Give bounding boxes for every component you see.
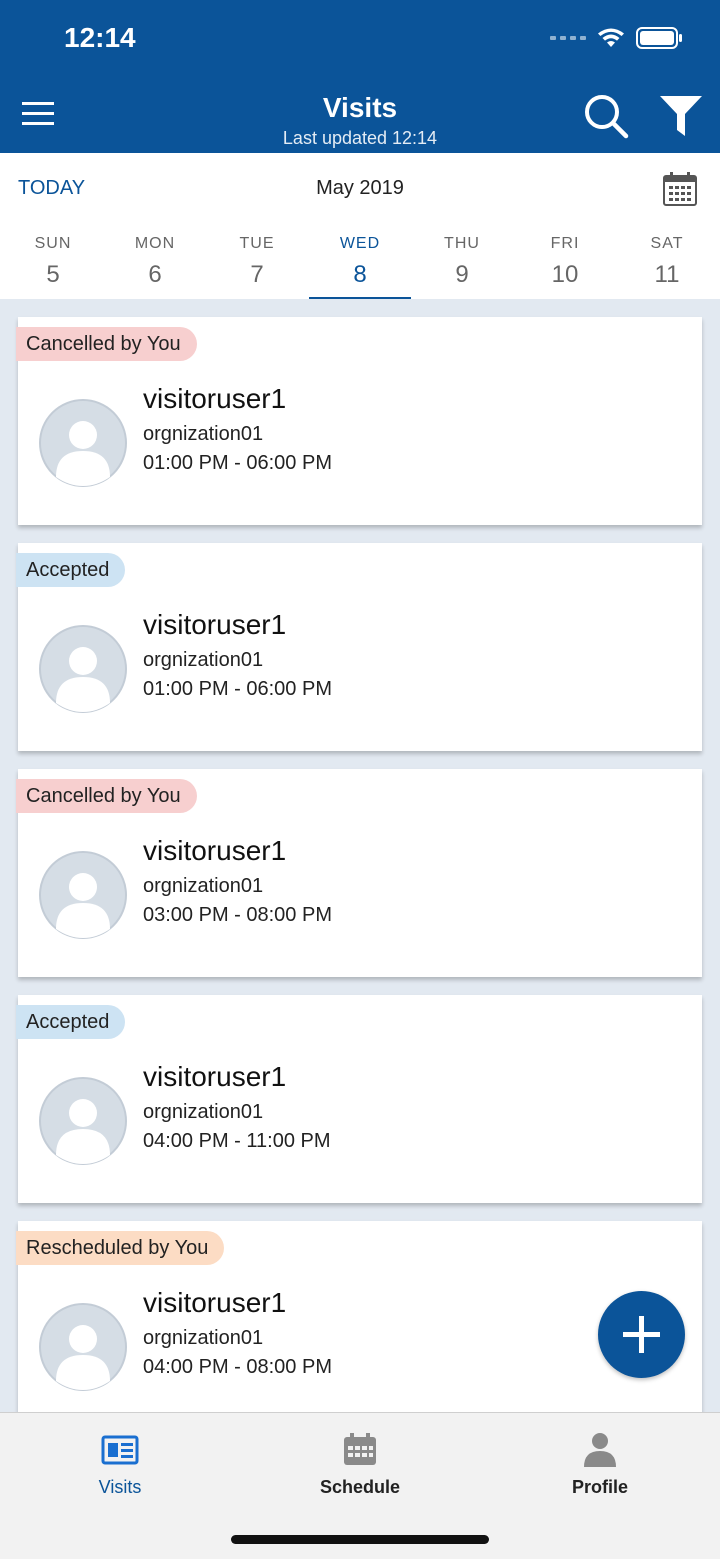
- day-number: 11: [654, 261, 680, 288]
- status-badge: Cancelled by You: [16, 779, 197, 813]
- cellular-signal-icon: [550, 36, 586, 40]
- search-button[interactable]: [582, 92, 630, 140]
- status-time: 12:14: [64, 22, 136, 53]
- avatar-icon: [39, 625, 127, 713]
- visit-card[interactable]: Cancelled by You visitoruser1 orgnizatio…: [16, 317, 702, 525]
- visitor-name: visitoruser1: [143, 383, 287, 414]
- visit-card[interactable]: Cancelled by You visitoruser1 orgnizatio…: [16, 769, 702, 977]
- visit-time: 01:00 PM - 06:00 PM: [143, 452, 332, 474]
- tab-visits[interactable]: Visits: [0, 1413, 240, 1513]
- battery-icon: [636, 27, 682, 49]
- visitor-organization: orgnization01: [143, 1327, 264, 1349]
- visitor-organization: orgnization01: [143, 875, 264, 897]
- visitor-organization: orgnization01: [143, 649, 264, 671]
- status-badge: Accepted: [16, 1005, 126, 1039]
- schedule-icon: [344, 1433, 376, 1465]
- week-days: SUN 5 MON 6 TUE 7 WED 8 THU 9 FRI 10 SAT…: [0, 233, 720, 299]
- day-name: FRI: [550, 235, 580, 252]
- day-fri[interactable]: FRI 10: [514, 233, 616, 299]
- month-label: May 2019: [316, 177, 404, 199]
- visitor-organization: orgnization01: [143, 423, 264, 445]
- filter-button[interactable]: [658, 94, 704, 138]
- visit-card[interactable]: Accepted visitoruser1 orgnization01 01:0…: [16, 543, 702, 751]
- visit-time: 04:00 PM - 11:00 PM: [143, 1130, 331, 1152]
- day-thu[interactable]: THU 9: [411, 233, 513, 299]
- day-name: TUE: [239, 235, 275, 252]
- day-number: 8: [353, 261, 367, 288]
- visitor-organization: orgnization01: [143, 1101, 264, 1123]
- tab-profile[interactable]: Profile: [480, 1413, 720, 1513]
- visit-time: 03:00 PM - 08:00 PM: [143, 904, 332, 926]
- tab-label: Schedule: [319, 1477, 401, 1497]
- day-sat[interactable]: SAT 11: [616, 233, 718, 299]
- plus-icon: [623, 1316, 660, 1353]
- avatar-icon: [39, 1077, 127, 1165]
- avatar-icon: [39, 399, 127, 487]
- day-sun[interactable]: SUN 5: [2, 233, 104, 299]
- add-visit-button[interactable]: [598, 1291, 685, 1378]
- visitor-name: visitoruser1: [143, 1061, 287, 1092]
- avatar-icon: [39, 851, 127, 939]
- calendar-button[interactable]: [662, 171, 698, 207]
- visits-icon: [101, 1435, 139, 1465]
- visit-time: 04:00 PM - 08:00 PM: [143, 1356, 332, 1378]
- visitor-name: visitoruser1: [143, 609, 287, 640]
- visitor-name: visitoruser1: [143, 835, 287, 866]
- filter-icon: [660, 96, 702, 136]
- day-name: SUN: [34, 235, 72, 252]
- status-badge: Cancelled by You: [16, 327, 197, 361]
- visit-card[interactable]: Accepted visitoruser1 orgnization01 04:0…: [16, 995, 702, 1203]
- status-badge: Accepted: [16, 553, 126, 587]
- date-selector: TODAY May 2019 SUN 5 MON 6 TUE 7 WED 8 T…: [0, 153, 720, 299]
- status-icons: [550, 26, 684, 50]
- day-name: SAT: [650, 235, 684, 252]
- visitor-name: visitoruser1: [143, 1287, 287, 1318]
- day-mon[interactable]: MON 6: [104, 233, 206, 299]
- home-indicator: [231, 1535, 489, 1544]
- day-tue[interactable]: TUE 7: [206, 233, 308, 299]
- status-badge: Rescheduled by You: [16, 1231, 225, 1265]
- day-number: 10: [551, 261, 579, 288]
- selected-day-indicator: [309, 297, 411, 299]
- day-name: THU: [444, 235, 480, 252]
- search-icon: [585, 95, 629, 139]
- day-name: WED: [339, 235, 381, 252]
- day-number: 7: [250, 261, 264, 288]
- tab-schedule[interactable]: Schedule: [240, 1413, 480, 1513]
- day-number: 6: [148, 261, 162, 288]
- day-number: 9: [455, 261, 469, 288]
- day-number: 5: [46, 261, 60, 288]
- tab-label: Profile: [571, 1477, 628, 1497]
- profile-icon: [584, 1433, 616, 1467]
- visit-time: 01:00 PM - 06:00 PM: [143, 678, 332, 700]
- day-wed[interactable]: WED 8: [309, 233, 411, 299]
- calendar-icon: [663, 172, 697, 206]
- avatar-icon: [39, 1303, 127, 1391]
- wifi-icon: [598, 28, 624, 47]
- day-name: MON: [134, 235, 176, 252]
- tab-label: Visits: [98, 1477, 142, 1497]
- app-header: 12:14 Visits Last updated 12:14: [0, 0, 720, 153]
